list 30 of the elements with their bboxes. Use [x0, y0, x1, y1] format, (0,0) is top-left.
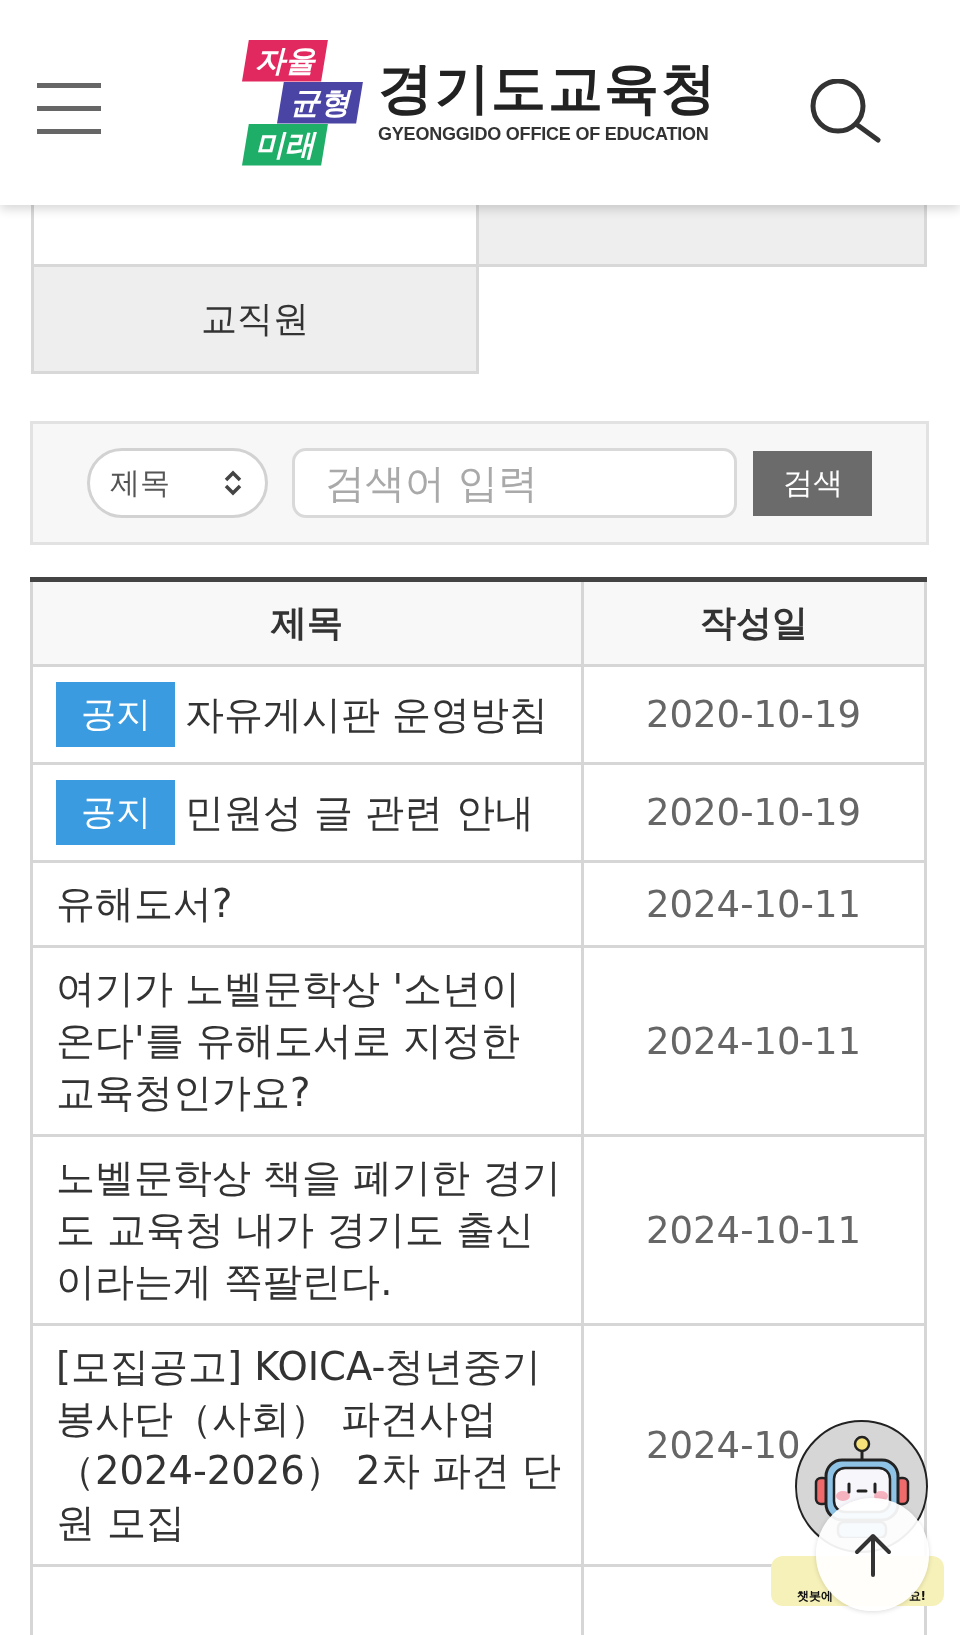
post-title-link[interactable]: 노벨문학상 책을 폐기한 경기도 교육청 내가 경기도 출신이라는게 쪽팔린다.	[56, 1152, 571, 1308]
notice-badge: 공지	[56, 780, 175, 845]
logo-slogan-tile: 균형	[277, 81, 363, 124]
menu-icon[interactable]	[37, 80, 101, 135]
bubble-text: 요!	[908, 1589, 926, 1603]
post-title-link[interactable]: [모집공고] KOICA-청년중기봉사단（사회） 파견사업（2024-2026） 2차 파견 단원 모집	[56, 1341, 571, 1549]
search-icon[interactable]	[809, 78, 881, 143]
search-button[interactable]: 검색	[753, 450, 872, 516]
post-date: 2024-10-11	[646, 1019, 862, 1063]
post-date: 2024-10	[646, 1423, 801, 1467]
post-title-link[interactable]: 민원성 글 관련 안내	[185, 786, 534, 839]
bubble-text: 챗봇에	[797, 1589, 833, 1603]
logo-name: 경기도교육청	[378, 59, 717, 118]
column-header: 작성일	[581, 582, 927, 667]
post-title-link[interactable]: 자유게시판 운영방침	[185, 688, 549, 741]
post-date: 2024-10-11	[646, 882, 862, 926]
post-date: 2024-10-11	[646, 1208, 862, 1252]
logo-slogan-tile: 미래	[242, 123, 328, 166]
tab[interactable]: 교직원	[31, 264, 479, 374]
column-header: 제목	[30, 582, 581, 667]
notice-badge: 공지	[56, 682, 175, 747]
post-title-link[interactable]: 유해도서?	[56, 878, 233, 930]
post-date: 2020-10-19	[646, 693, 862, 736]
post-date: 2020-10-19	[646, 791, 862, 834]
updown-chevron-icon	[223, 469, 243, 497]
search-field[interactable]: 검색어 입력	[292, 448, 737, 518]
logo-slogan-tile: 자율	[242, 39, 328, 82]
logo-subtitle: GYEONGGIDO OFFICE OF EDUCATION	[378, 125, 710, 146]
search-type-select[interactable]: 제목	[87, 448, 268, 518]
post-title-link[interactable]: 여기가 노벨문학상 '소년이 온다'를 유해도서로 지정한 교육청인가요?	[56, 963, 571, 1119]
